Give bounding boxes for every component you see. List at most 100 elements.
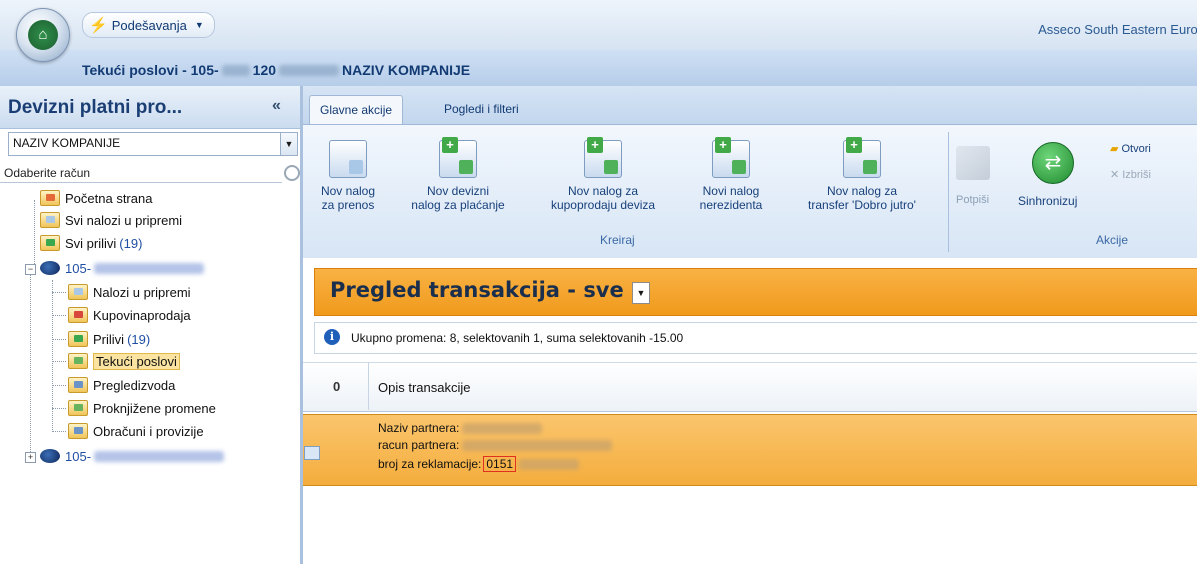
tree-item-all-inflows[interactable]: Svi prilivi (19)	[40, 233, 142, 253]
tree-item-inflows[interactable]: Prilivi (19)	[68, 329, 150, 349]
folder-exchange-icon	[68, 307, 88, 323]
redacted-text	[94, 262, 205, 274]
folder-fees-icon	[68, 423, 88, 439]
chevron-down-icon: ▼	[194, 20, 204, 30]
tree-item-all-orders[interactable]: Svi nalozi u pripremi	[40, 210, 182, 230]
column-header-description[interactable]: Opis transakcije	[378, 380, 470, 395]
sign-icon[interactable]	[956, 146, 990, 180]
new-fx-payment-order-button[interactable]: + Nov devizni nalog za plaćanje	[398, 137, 518, 212]
delete-icon: ✕	[1110, 169, 1120, 181]
chevron-down-icon[interactable]: ▼	[280, 133, 297, 155]
ribbon-group-label-actions: Akcije	[1096, 233, 1129, 247]
breadcrumb-company: NAZIV KOMPANIJE	[342, 62, 471, 78]
view-selector-chevron-icon[interactable]: ▼	[632, 282, 650, 304]
open-button[interactable]: ▰ Otvori	[1110, 142, 1151, 156]
field-label: Naziv partnera:	[378, 421, 460, 435]
panel-title: Devizni platni pro...	[8, 97, 183, 118]
tree-item-home[interactable]: Početna strana	[40, 188, 152, 208]
tree-item-statements[interactable]: Pregledizvoda	[68, 375, 175, 395]
row-expand-icon[interactable]	[304, 446, 320, 460]
new-fx-exchange-order-button[interactable]: + Nov nalog za kupoprodaju deviza	[528, 137, 678, 212]
folder-current-icon	[68, 353, 88, 369]
field-label: racun partnera:	[378, 438, 460, 452]
button-label: kupoprodaju deviza	[550, 198, 656, 212]
button-label: Nov devizni	[426, 184, 490, 198]
account-settings-icon[interactable]	[284, 165, 300, 181]
info-icon: i	[324, 329, 340, 345]
selection-summary: Ukupno promena: 8, selektovanih 1, suma …	[351, 331, 684, 345]
tree-item-label: Kupovinaprodaja	[93, 307, 191, 323]
new-nonresident-order-button[interactable]: + Novi nalog nerezidenta	[686, 137, 776, 212]
button-label: Nov nalog za	[826, 184, 898, 198]
redacted-text	[462, 422, 543, 434]
tree-item-label: 105-	[65, 448, 92, 464]
delete-button[interactable]: ✕ Izbriši	[1110, 168, 1151, 182]
folder-statement-icon	[68, 377, 88, 393]
redacted-text	[462, 439, 613, 451]
tree-line	[52, 315, 66, 316]
tab-main-actions[interactable]: Glavne akcije	[309, 95, 404, 124]
tab-views-filters[interactable]: Pogledi i filteri	[436, 95, 527, 123]
tree-item-buy-sell[interactable]: Kupovinaprodaja	[68, 305, 191, 325]
tree-item-posted-changes[interactable]: Proknjižene promene	[68, 398, 216, 418]
folder-inflow-icon	[40, 235, 60, 251]
folder-open-icon: ▰	[1110, 143, 1119, 155]
tree-item-label: Obračuni i provizije	[93, 423, 204, 439]
sign-button-label[interactable]: Potpiši	[956, 194, 989, 206]
delete-label: Izbriši	[1122, 168, 1151, 181]
column-divider[interactable]	[368, 362, 369, 410]
company-select[interactable]: NAZIV KOMPANIJE ▼	[8, 132, 298, 156]
tree-item-label: 105-	[65, 260, 92, 276]
button-label: nalog za plaćanje	[411, 198, 505, 212]
item-count: (19)	[119, 235, 143, 251]
lightning-icon: ⚡	[89, 17, 108, 34]
tree-item-current-business[interactable]: Tekući poslovi	[68, 351, 180, 371]
account-globe-icon	[40, 261, 60, 275]
tree-item-account-1[interactable]: 105-	[40, 258, 207, 278]
expand-toggle[interactable]: +	[25, 452, 36, 463]
new-transfer-order-button[interactable]: Nov nalog za prenos	[308, 140, 388, 212]
tree-item-label: Svi prilivi	[65, 235, 117, 251]
folder-inflow-icon	[68, 331, 88, 347]
sync-button-label[interactable]: Sinhronizuj	[1018, 194, 1077, 208]
tree-line	[52, 431, 66, 432]
button-label: Nov nalog	[320, 184, 376, 198]
new-dobro-jutro-transfer-button[interactable]: + Nov nalog za transfer 'Dobro jutro'	[782, 137, 942, 212]
row-partner-account: racun partnera:	[378, 438, 615, 452]
tree-line	[52, 361, 66, 362]
quick-access-menu[interactable]: ⚡ Podešavanja ▼	[82, 12, 215, 38]
redacted-text	[94, 450, 225, 462]
tree-item-label: Proknjižene promene	[93, 400, 216, 416]
new-exchange-order-icon: +	[584, 137, 622, 178]
home-icon	[40, 190, 60, 206]
tree-item-label: Tekući poslovi	[93, 352, 180, 370]
tree-line	[52, 408, 66, 409]
redacted-text	[221, 64, 250, 76]
ribbon-group-divider	[948, 132, 949, 252]
collapse-toggle[interactable]: −	[25, 264, 36, 275]
folder-doc-icon	[40, 212, 60, 228]
application-menu-button[interactable]: ⌂	[16, 8, 70, 62]
collapse-panel-button[interactable]: «	[272, 97, 281, 115]
navigation-panel	[0, 86, 303, 564]
field-label: broj za reklamacije:	[378, 457, 482, 471]
folder-doc-icon	[68, 284, 88, 300]
open-label: Otvori	[1121, 142, 1151, 155]
tree-item-account-2[interactable]: 105-	[40, 446, 227, 466]
tree-item-label: Svi nalozi u pripremi	[65, 212, 183, 228]
breadcrumb-account: 120	[252, 62, 277, 78]
sync-icon[interactable]: ⇄	[1032, 142, 1074, 184]
complaint-number-highlight: 0151	[483, 456, 517, 472]
new-transfer-order-icon: +	[843, 137, 881, 178]
tree-line	[52, 292, 66, 293]
tree-item-orders-prep[interactable]: Nalozi u pripremi	[68, 282, 191, 302]
button-label: za prenos	[321, 198, 375, 212]
tree-item-fees[interactable]: Obračuni i provizije	[68, 421, 204, 441]
column-header-attachment[interactable]: 0	[333, 379, 340, 394]
row-partner-name: Naziv partnera:	[378, 421, 545, 435]
tree-line	[52, 280, 53, 432]
button-label: nerezidenta	[699, 198, 763, 212]
tree-item-label: Pregledizvoda	[93, 377, 176, 393]
account-globe-icon	[40, 449, 60, 463]
vendor-name: Asseco South Eastern Europ	[1038, 22, 1197, 37]
